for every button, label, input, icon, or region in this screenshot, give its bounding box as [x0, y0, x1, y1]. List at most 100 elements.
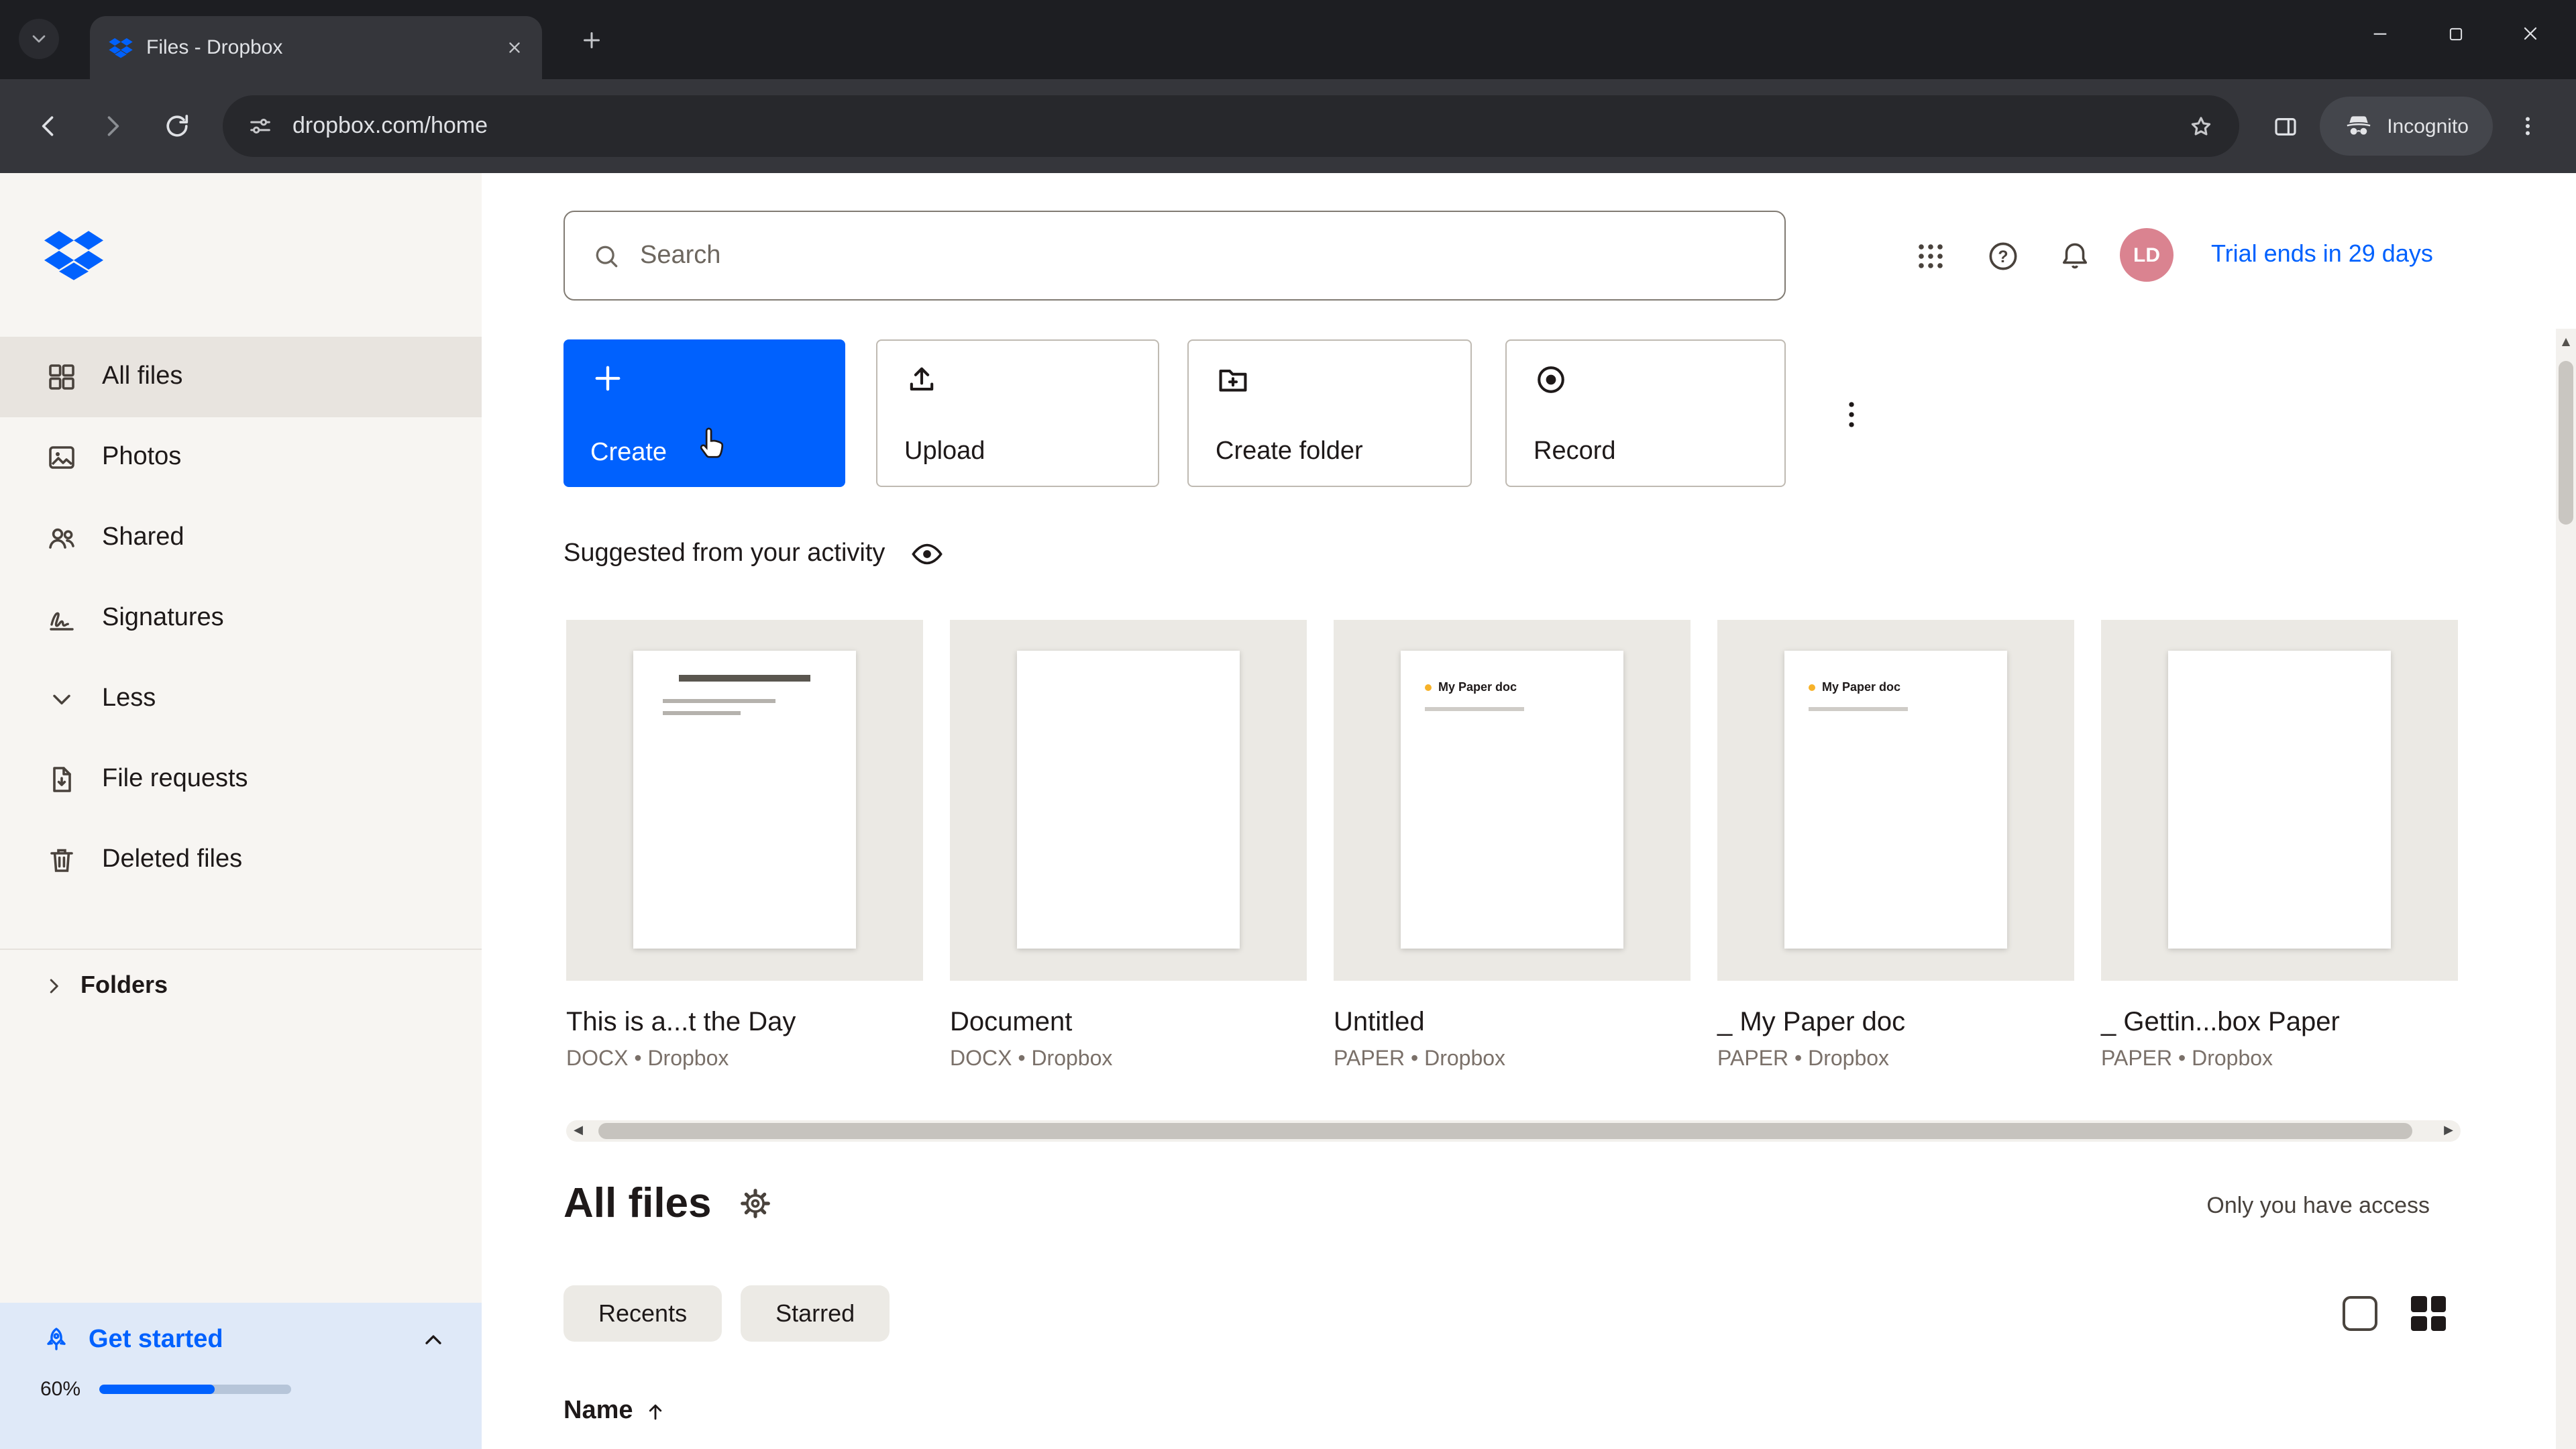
incognito-label: Incognito — [2387, 115, 2469, 138]
all-files-heading: All files — [564, 1179, 712, 1226]
gear-icon[interactable] — [739, 1185, 775, 1222]
avatar[interactable]: LD — [2120, 228, 2174, 282]
file-thumbnail — [2101, 620, 2458, 981]
upload-label: Upload — [904, 437, 985, 466]
chevron-down-icon — [44, 682, 79, 716]
get-started-banner[interactable]: Get started 60% — [0, 1303, 482, 1449]
file-title: _ My Paper doc — [1717, 1008, 1906, 1037]
scroll-right-arrow[interactable]: ▶ — [2436, 1120, 2461, 1142]
help-icon[interactable]: ? — [1984, 237, 2021, 274]
get-started-label[interactable]: Get started — [89, 1326, 420, 1355]
file-card[interactable]: My Paper doc _ My Paper doc PAPER • Drop… — [1717, 620, 2074, 1072]
svg-text:?: ? — [1997, 247, 2007, 266]
sidebar-nav: All files Photos Shared Signatures Less … — [0, 337, 482, 900]
sidebar: All files Photos Shared Signatures Less … — [0, 173, 482, 1449]
shared-icon — [44, 521, 79, 555]
file-card[interactable]: Document DOCX • Dropbox — [950, 620, 1307, 1072]
file-title: This is a...t the Day — [566, 1008, 796, 1037]
sidebar-item-label: All files — [102, 362, 183, 390]
access-text: Only you have access — [2206, 1193, 2430, 1218]
notifications-bell-icon[interactable] — [2057, 237, 2093, 274]
select-all-checkbox[interactable] — [2343, 1296, 2377, 1331]
incognito-icon — [2344, 111, 2373, 141]
dropbox-logo[interactable] — [44, 229, 103, 283]
search-bar[interactable] — [564, 211, 1786, 301]
suggested-cards: This is a...t the Day DOCX • Dropbox Doc… — [566, 620, 2458, 1072]
horizontal-scrollbar[interactable]: ◀ ▶ — [566, 1120, 2461, 1142]
address-bar[interactable]: dropbox.com/home — [223, 95, 2240, 157]
scroll-left-arrow[interactable]: ◀ — [566, 1120, 590, 1142]
suggested-heading: Suggested from your activity — [564, 539, 885, 568]
sidebar-item-label: Shared — [102, 523, 184, 551]
create-folder-button[interactable]: Create folder — [1187, 339, 1472, 487]
sidebar-item-deleted-files[interactable]: Deleted files — [0, 820, 482, 900]
file-card[interactable]: This is a...t the Day DOCX • Dropbox — [566, 620, 923, 1072]
chevron-right-icon — [40, 972, 67, 999]
filter-recents[interactable]: Recents — [564, 1285, 722, 1342]
file-card[interactable]: My Paper doc Untitled PAPER • Dropbox — [1334, 620, 1690, 1072]
name-header-label: Name — [564, 1397, 633, 1425]
browser-menu-button[interactable] — [2498, 97, 2557, 156]
forward-button[interactable] — [83, 97, 142, 156]
sidebar-item-label: Photos — [102, 443, 182, 471]
name-column-header[interactable]: Name — [564, 1397, 667, 1426]
back-button[interactable] — [19, 97, 78, 156]
upload-button[interactable]: Upload — [876, 339, 1159, 487]
search-input[interactable] — [640, 241, 1758, 270]
tab-search-button[interactable] — [19, 19, 59, 59]
record-label: Record — [1534, 437, 1616, 466]
url-text[interactable]: dropbox.com/home — [292, 113, 2168, 140]
file-thumbnail — [950, 620, 1307, 981]
vertical-scrollbar[interactable]: ▲ — [2556, 329, 2576, 1449]
site-settings-icon[interactable] — [247, 113, 274, 140]
scroll-up-arrow[interactable]: ▲ — [2556, 335, 2576, 347]
progress-bar — [99, 1385, 292, 1394]
eye-icon[interactable] — [909, 537, 944, 572]
main-content: ? LD Trial ends in 29 days Create Upload — [482, 173, 2576, 1449]
search-icon — [592, 241, 621, 270]
filter-starred[interactable]: Starred — [741, 1285, 890, 1342]
horizontal-scrollbar-thumb[interactable] — [598, 1123, 2412, 1139]
window-minimize-button[interactable] — [2343, 0, 2418, 67]
window-close-button[interactable] — [2493, 0, 2568, 67]
create-label: Create — [590, 439, 667, 467]
trash-icon — [44, 843, 79, 877]
grid-view-toggle-icon[interactable] — [2411, 1296, 2446, 1331]
sidebar-item-file-requests[interactable]: File requests — [0, 739, 482, 820]
window-controls — [2343, 0, 2568, 67]
sidebar-item-label: File requests — [102, 765, 248, 793]
new-tab-button[interactable] — [573, 21, 610, 59]
vertical-scrollbar-thumb[interactable] — [2559, 361, 2573, 525]
record-icon — [1534, 362, 1568, 397]
dropbox-app: All files Photos Shared Signatures Less … — [0, 173, 2576, 1449]
sidebar-item-shared[interactable]: Shared — [0, 498, 482, 578]
tab-close-icon[interactable] — [506, 39, 523, 56]
bullet-dot — [1425, 684, 1432, 690]
more-actions-button[interactable] — [1830, 385, 1873, 444]
window-maximize-button[interactable] — [2418, 0, 2493, 67]
file-thumbnail: My Paper doc — [1717, 620, 2074, 981]
reload-button[interactable] — [148, 97, 207, 156]
mouse-cursor — [694, 423, 734, 466]
file-title: Document — [950, 1008, 1073, 1037]
sidebar-item-photos[interactable]: Photos — [0, 417, 482, 498]
browser-tab[interactable]: Files - Dropbox — [90, 16, 542, 79]
upload-icon — [904, 362, 939, 397]
screen: Files - Dropbox dropbox.com/home Incogni… — [0, 0, 2576, 1449]
sidebar-item-label: Deleted files — [102, 845, 243, 873]
record-button[interactable]: Record — [1505, 339, 1786, 487]
file-thumbnail: My Paper doc — [1334, 620, 1690, 981]
file-card[interactable]: _ Gettin...box Paper PAPER • Dropbox — [2101, 620, 2458, 1072]
sidebar-item-all-files[interactable]: All files — [0, 337, 482, 417]
side-panel-icon[interactable] — [2255, 97, 2314, 156]
dropbox-favicon-icon — [109, 37, 133, 58]
sidebar-item-signatures[interactable]: Signatures — [0, 578, 482, 659]
bookmark-star-icon[interactable] — [2187, 112, 2215, 140]
progress-bar-fill — [99, 1385, 215, 1394]
trial-link[interactable]: Trial ends in 29 days — [2211, 240, 2433, 268]
sidebar-item-less[interactable]: Less — [0, 659, 482, 739]
chevron-up-icon[interactable] — [420, 1327, 447, 1354]
apps-grid-icon[interactable] — [1912, 237, 1948, 274]
photos-icon — [44, 440, 79, 475]
sidebar-folders-toggle[interactable]: Folders — [0, 949, 482, 1000]
